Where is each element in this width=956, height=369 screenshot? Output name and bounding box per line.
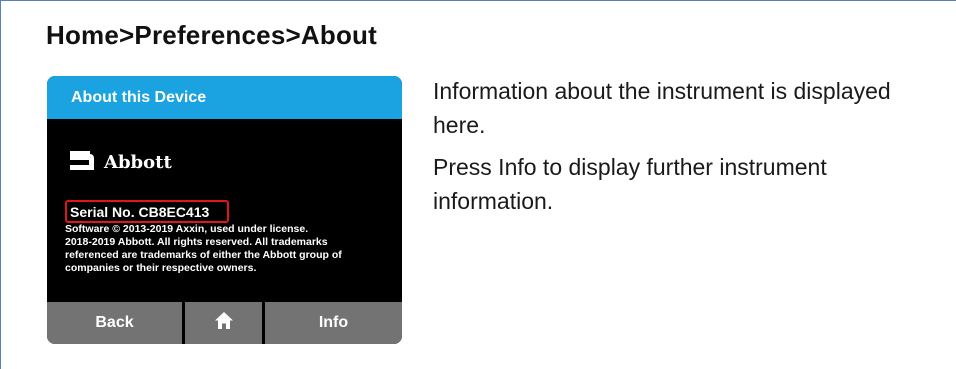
abbott-logo: Abbott — [68, 149, 172, 175]
legal-line: Software © 2013-2019 Axxin, used under l… — [65, 223, 309, 235]
device-button-bar: Back Info — [47, 302, 402, 344]
legal-notice: Software © 2013-2019 Axxin, used under l… — [65, 223, 395, 275]
abbott-logo-icon — [68, 151, 96, 173]
serial-number: Serial No. CB8EC413 — [70, 204, 210, 220]
abbott-logo-text: Abbott — [104, 151, 172, 173]
device-header: About this Device — [47, 76, 402, 119]
breadcrumb: Home>Preferences>About — [46, 20, 377, 50]
legal-line: companies or their respective owners. — [65, 262, 257, 274]
legal-line: referenced are trademarks of either the … — [65, 249, 342, 261]
home-button[interactable] — [185, 302, 265, 344]
device-header-title: About this Device — [71, 89, 207, 106]
serial-number-highlight: Serial No. CB8EC413 — [65, 200, 229, 223]
description-line-2: Press Info to display further instrument… — [433, 154, 827, 214]
device-screen: About this Device Abbott Serial No. CB8E… — [47, 76, 402, 344]
info-button[interactable]: Info — [265, 302, 402, 344]
description-line-1: Information about the instrument is disp… — [433, 78, 891, 138]
home-icon — [214, 311, 234, 335]
back-button[interactable]: Back — [47, 302, 185, 344]
description: Information about the instrument is disp… — [433, 74, 943, 226]
legal-line: 2018-2019 Abbott. All rights reserved. A… — [65, 236, 328, 248]
